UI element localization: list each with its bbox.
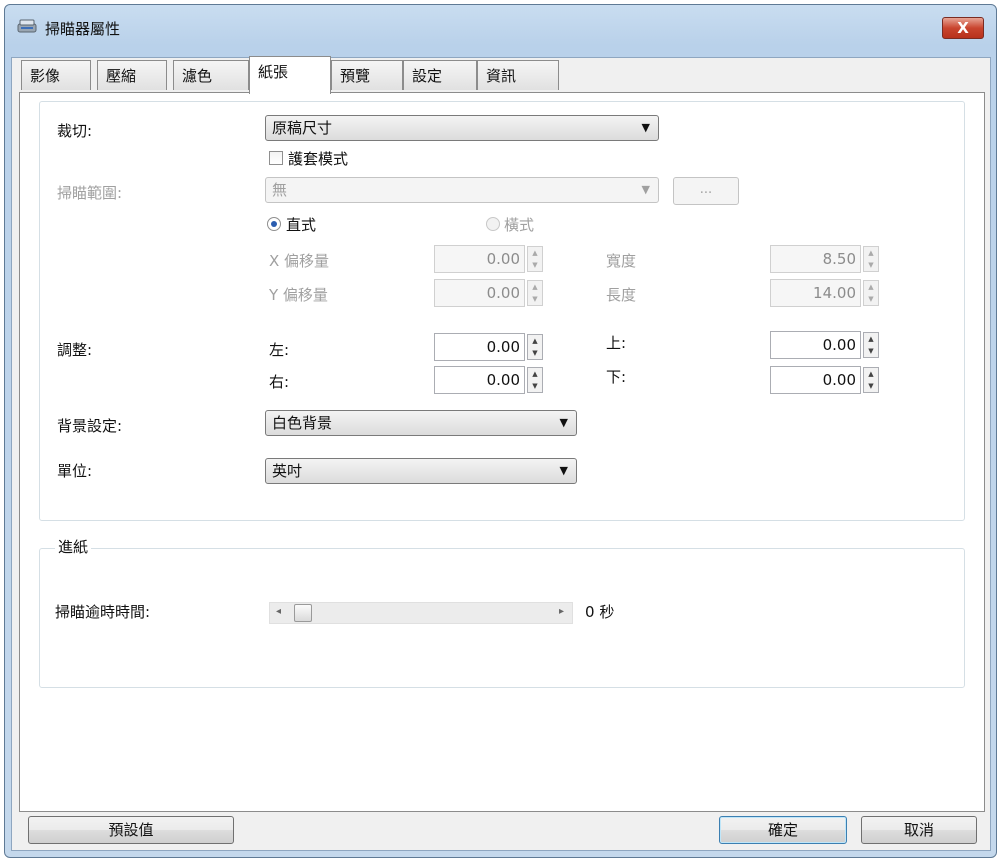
spinner-arrows-icon[interactable]: ▲ ▼ (527, 367, 543, 393)
spinner-arrows-icon[interactable]: ▲ ▼ (863, 280, 879, 306)
chevron-down-icon: ▼ (641, 121, 650, 134)
cancel-button[interactable]: 取消 (861, 816, 977, 844)
unit-dropdown[interactable]: 英吋 ▼ (265, 458, 577, 484)
spinner-arrows-icon[interactable]: ▲ ▼ (863, 332, 879, 358)
timeout-label: 掃瞄逾時時間: (55, 603, 151, 621)
tab-compression[interactable]: 壓縮 (97, 60, 167, 90)
ok-button[interactable]: 確定 (719, 816, 847, 844)
timeout-unit: 秒 (599, 603, 615, 621)
spinner-arrows-icon[interactable]: ▲ ▼ (863, 367, 879, 393)
adjust-bottom-spinner[interactable]: 0.00 ▲ ▼ (770, 366, 884, 394)
landscape-label: 橫式 (504, 216, 535, 234)
defaults-button[interactable]: 預設值 (28, 816, 234, 844)
length-label: 長度 (606, 286, 637, 304)
length-value[interactable]: 14.00 (770, 279, 861, 307)
chevron-down-icon: ▼ (559, 416, 568, 429)
crop-value: 原稿尺寸 (272, 119, 333, 137)
spinner-arrows-icon[interactable]: ▲ ▼ (863, 246, 879, 272)
crop-label: 裁切: (57, 122, 93, 140)
scan-area-dropdown[interactable]: 無 ▼ (265, 177, 659, 203)
adjust-top-label: 上: (606, 334, 627, 352)
scan-area-value: 無 (272, 181, 288, 199)
unit-label: 單位: (57, 462, 93, 480)
carrier-mode-checkbox[interactable] (269, 151, 283, 165)
dialog-client-area: 影像 壓縮 濾色 紙張 預覽 設定 資訊 裁切: 原稿尺寸 ▼ 護套模式 掃瞄範… (11, 56, 991, 851)
title-bar[interactable]: 掃瞄器屬性 X (5, 5, 996, 49)
scan-area-browse-button[interactable]: ... (673, 177, 739, 205)
chevron-down-icon: ▼ (559, 464, 568, 477)
tab-image[interactable]: 影像 (21, 60, 91, 90)
y-offset-spinner[interactable]: 0.00 ▲ ▼ (434, 279, 548, 307)
paper-tab-panel: 裁切: 原稿尺寸 ▼ 護套模式 掃瞄範圍: 無 ▼ ... 直式 橫式 X 偏移… (19, 92, 985, 812)
landscape-radio[interactable] (486, 217, 500, 231)
window-title: 掃瞄器屬性 (45, 20, 121, 38)
spinner-arrows-icon[interactable]: ▲ ▼ (527, 280, 543, 306)
dialog-window: 掃瞄器屬性 X 影像 壓縮 濾色 紙張 預覽 設定 資訊 裁切: 原稿尺寸 ▼ … (4, 4, 997, 858)
background-label: 背景設定: (57, 417, 123, 435)
scanner-icon (17, 18, 37, 34)
carrier-mode-label: 護套模式 (288, 150, 349, 168)
tab-paper[interactable]: 紙張 (249, 56, 331, 94)
close-button[interactable]: X (942, 17, 984, 39)
adjust-label: 調整: (57, 341, 93, 359)
adjust-top-value[interactable]: 0.00 (770, 331, 861, 359)
length-spinner[interactable]: 14.00 ▲ ▼ (770, 279, 884, 307)
width-spinner[interactable]: 8.50 ▲ ▼ (770, 245, 884, 273)
scroll-left-arrow-icon[interactable]: ◂ (276, 606, 281, 617)
timeout-slider[interactable]: ◂ ▸ (269, 602, 573, 624)
slider-thumb[interactable] (294, 604, 312, 622)
chevron-down-icon: ▼ (641, 183, 650, 196)
adjust-right-label: 右: (269, 373, 290, 391)
x-offset-spinner[interactable]: 0.00 ▲ ▼ (434, 245, 548, 273)
width-label: 寬度 (606, 252, 637, 270)
unit-value: 英吋 (272, 462, 303, 480)
adjust-bottom-label: 下: (606, 368, 627, 386)
adjust-left-spinner[interactable]: 0.00 ▲ ▼ (434, 333, 548, 361)
spinner-arrows-icon[interactable]: ▲ ▼ (527, 246, 543, 272)
adjust-top-spinner[interactable]: 0.00 ▲ ▼ (770, 331, 884, 359)
adjust-left-label: 左: (269, 341, 290, 359)
y-offset-label: Y 偏移量 (269, 286, 328, 304)
adjust-right-value[interactable]: 0.00 (434, 366, 525, 394)
feeding-title: 進紙 (55, 536, 92, 557)
scan-area-label: 掃瞄範圍: (57, 184, 123, 202)
adjust-right-spinner[interactable]: 0.00 ▲ ▼ (434, 366, 548, 394)
crop-dropdown[interactable]: 原稿尺寸 ▼ (265, 115, 659, 141)
portrait-radio[interactable] (267, 217, 281, 231)
spinner-arrows-icon[interactable]: ▲ ▼ (527, 334, 543, 360)
adjust-left-value[interactable]: 0.00 (434, 333, 525, 361)
tab-information[interactable]: 資訊 (477, 60, 559, 90)
tab-settings[interactable]: 設定 (403, 60, 477, 90)
portrait-label: 直式 (286, 216, 317, 234)
scroll-right-arrow-icon[interactable]: ▸ (559, 606, 564, 617)
timeout-value: 0 秒 (585, 601, 614, 622)
x-offset-value[interactable]: 0.00 (434, 245, 525, 273)
x-offset-label: X 偏移量 (269, 252, 330, 270)
background-value: 白色背景 (272, 414, 333, 432)
adjust-bottom-value[interactable]: 0.00 (770, 366, 861, 394)
timeout-number: 0 (585, 603, 595, 621)
y-offset-value[interactable]: 0.00 (434, 279, 525, 307)
width-value[interactable]: 8.50 (770, 245, 861, 273)
background-dropdown[interactable]: 白色背景 ▼ (265, 410, 577, 436)
tab-preview[interactable]: 預覽 (331, 60, 403, 90)
tab-color-dropout[interactable]: 濾色 (173, 60, 249, 90)
